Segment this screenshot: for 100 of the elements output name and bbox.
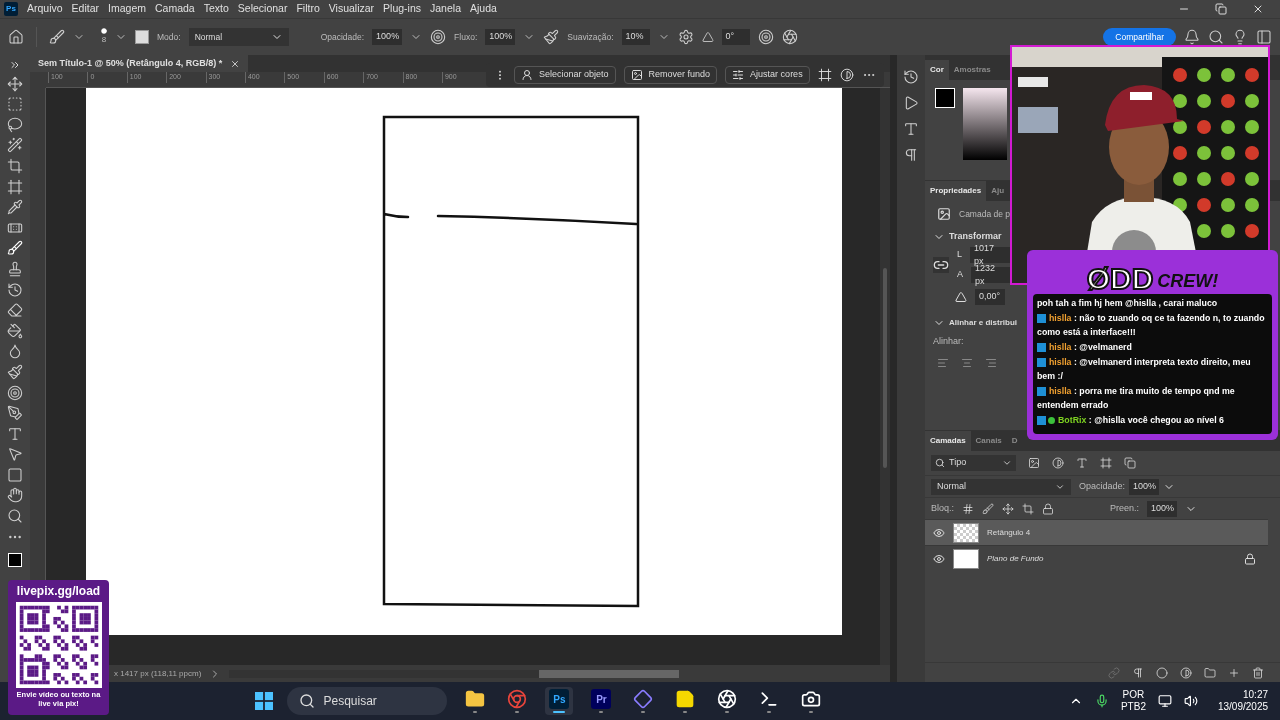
clock-date[interactable]: 13/09/2025 xyxy=(1217,701,1268,713)
history-brush-icon[interactable] xyxy=(7,281,23,298)
panel-tab[interactable]: Aju xyxy=(986,181,1010,201)
move-icon[interactable] xyxy=(7,75,23,92)
opacity-field[interactable]: 100% xyxy=(1129,478,1160,495)
flow-field[interactable]: 100% xyxy=(485,29,516,45)
expand-icon[interactable] xyxy=(9,59,21,71)
zoom-icon[interactable] xyxy=(7,508,23,525)
new-layer-icon[interactable] xyxy=(1228,666,1240,679)
lasso-icon[interactable] xyxy=(7,116,23,133)
menu-item[interactable]: Editar xyxy=(71,1,100,17)
lock-icon[interactable] xyxy=(1042,502,1054,515)
layer-row[interactable]: Plano de Fundo xyxy=(925,545,1268,571)
type-icon[interactable] xyxy=(7,425,23,442)
settings-icon[interactable] xyxy=(677,29,694,45)
eraser-icon[interactable] xyxy=(7,302,23,319)
filter-dropdown[interactable]: Tipo xyxy=(931,455,1016,471)
brush-icon[interactable] xyxy=(49,29,65,45)
opacity-field[interactable]: 100% xyxy=(372,29,403,45)
color-swatch-icon[interactable] xyxy=(935,88,955,108)
paint-bucket-icon[interactable] xyxy=(7,322,23,339)
character-icon[interactable] xyxy=(903,121,919,137)
panel-tab[interactable]: D xyxy=(1006,431,1023,451)
mask-icon[interactable] xyxy=(1156,666,1168,679)
menu-item[interactable]: Selecionar xyxy=(237,1,288,17)
panel-tab[interactable]: Cor xyxy=(925,60,949,80)
panel-tab[interactable]: Camadas xyxy=(925,431,971,451)
play-icon[interactable] xyxy=(903,95,919,111)
eyedropper-icon[interactable] xyxy=(7,199,23,216)
sticky-note-icon[interactable] xyxy=(675,689,696,709)
task-button[interactable]: Selecionar objeto xyxy=(514,66,616,84)
paintbrush-icon[interactable] xyxy=(7,363,23,380)
clock-time[interactable]: 10:27 xyxy=(1243,689,1268,701)
color-field[interactable] xyxy=(963,88,1007,160)
lock-paint-icon[interactable] xyxy=(982,502,994,515)
airbrush-icon[interactable] xyxy=(543,29,560,45)
align-center-icon[interactable] xyxy=(961,356,973,369)
menu-item[interactable]: Ajuda xyxy=(470,1,497,17)
align-left-icon[interactable] xyxy=(937,356,949,369)
panel-tab[interactable]: Canais xyxy=(970,431,1007,451)
target-icon[interactable] xyxy=(7,384,23,401)
restore-icon[interactable] xyxy=(1215,3,1227,15)
visibility-icon[interactable] xyxy=(933,526,945,539)
paragraph-icon[interactable] xyxy=(903,147,919,163)
layer-row[interactable]: Retângulo 4 xyxy=(925,519,1268,545)
home-icon[interactable] xyxy=(8,29,24,45)
microphone-icon[interactable] xyxy=(1094,694,1109,708)
adjustment-filter-icon[interactable] xyxy=(1052,457,1064,469)
align-right-icon[interactable] xyxy=(985,356,997,369)
contrast-icon[interactable] xyxy=(839,68,854,82)
blend-mode-dropdown[interactable]: Normal xyxy=(931,478,1071,495)
droplet-icon[interactable] xyxy=(7,343,23,360)
share-button[interactable]: Compartilhar xyxy=(1103,28,1176,46)
menu-item[interactable]: Janela xyxy=(430,1,461,17)
menu-item[interactable]: Visualizar xyxy=(328,1,375,17)
camera-icon[interactable] xyxy=(801,689,822,709)
pen-icon[interactable] xyxy=(7,405,23,422)
menu-item[interactable]: Plug-ins xyxy=(383,1,422,17)
rectangle-icon[interactable] xyxy=(7,466,23,483)
horizontal-scrollbar[interactable] xyxy=(229,669,680,678)
wand-icon[interactable] xyxy=(7,137,23,154)
menu-item[interactable]: Arquivo xyxy=(27,1,63,17)
menu-item[interactable]: Imagem xyxy=(108,1,146,17)
bell-icon[interactable] xyxy=(1184,29,1200,45)
link-icon[interactable] xyxy=(933,257,949,273)
visibility-icon[interactable] xyxy=(933,552,945,565)
keyboard-layout-text[interactable]: PTB2 xyxy=(1120,701,1146,713)
close-icon[interactable] xyxy=(1252,3,1264,15)
trash-icon[interactable] xyxy=(1252,666,1264,679)
angle-field[interactable]: 0° xyxy=(721,29,750,45)
vertical-scrollbar[interactable] xyxy=(880,88,890,665)
angle-field[interactable]: 0,00° xyxy=(975,289,1005,305)
document-tab[interactable]: Sem Título-1 @ 50% (Retângulo 4, RGB/8) * xyxy=(30,55,249,72)
crop-icon[interactable] xyxy=(7,157,23,174)
marquee-icon[interactable] xyxy=(7,96,23,113)
panel-tab[interactable]: Amostras xyxy=(948,60,996,80)
smoothing-field[interactable]: 10% xyxy=(621,29,650,45)
browser-icon[interactable] xyxy=(507,689,528,709)
diamond-icon[interactable] xyxy=(633,689,654,709)
volume-icon[interactable] xyxy=(1183,694,1198,708)
brush-icon[interactable] xyxy=(7,240,23,257)
color-swatch-icon[interactable] xyxy=(8,553,22,568)
workspace-icon[interactable] xyxy=(1256,29,1272,45)
windows-icon[interactable] xyxy=(255,692,274,710)
panel-tab[interactable]: Propriedades xyxy=(925,181,987,201)
menu-item[interactable]: Camada xyxy=(155,1,195,17)
task-button[interactable]: Ajustar cores xyxy=(725,66,810,84)
frame-icon[interactable] xyxy=(7,178,23,195)
history-icon[interactable] xyxy=(903,69,919,85)
lock-pixels-icon[interactable] xyxy=(962,502,974,515)
task-button[interactable]: Remover fundo xyxy=(623,66,718,84)
pointer-icon[interactable] xyxy=(7,446,23,463)
mode-dropdown[interactable]: Normal xyxy=(188,28,289,46)
app-tile[interactable]: Pr xyxy=(591,689,612,709)
image-filter-icon[interactable] xyxy=(1028,457,1040,469)
search-icon[interactable] xyxy=(1208,29,1224,45)
hand-icon[interactable] xyxy=(7,487,23,504)
lock-position-icon[interactable] xyxy=(1002,502,1014,515)
lightbulb-icon[interactable] xyxy=(1232,29,1248,45)
network-icon[interactable] xyxy=(1157,694,1172,708)
